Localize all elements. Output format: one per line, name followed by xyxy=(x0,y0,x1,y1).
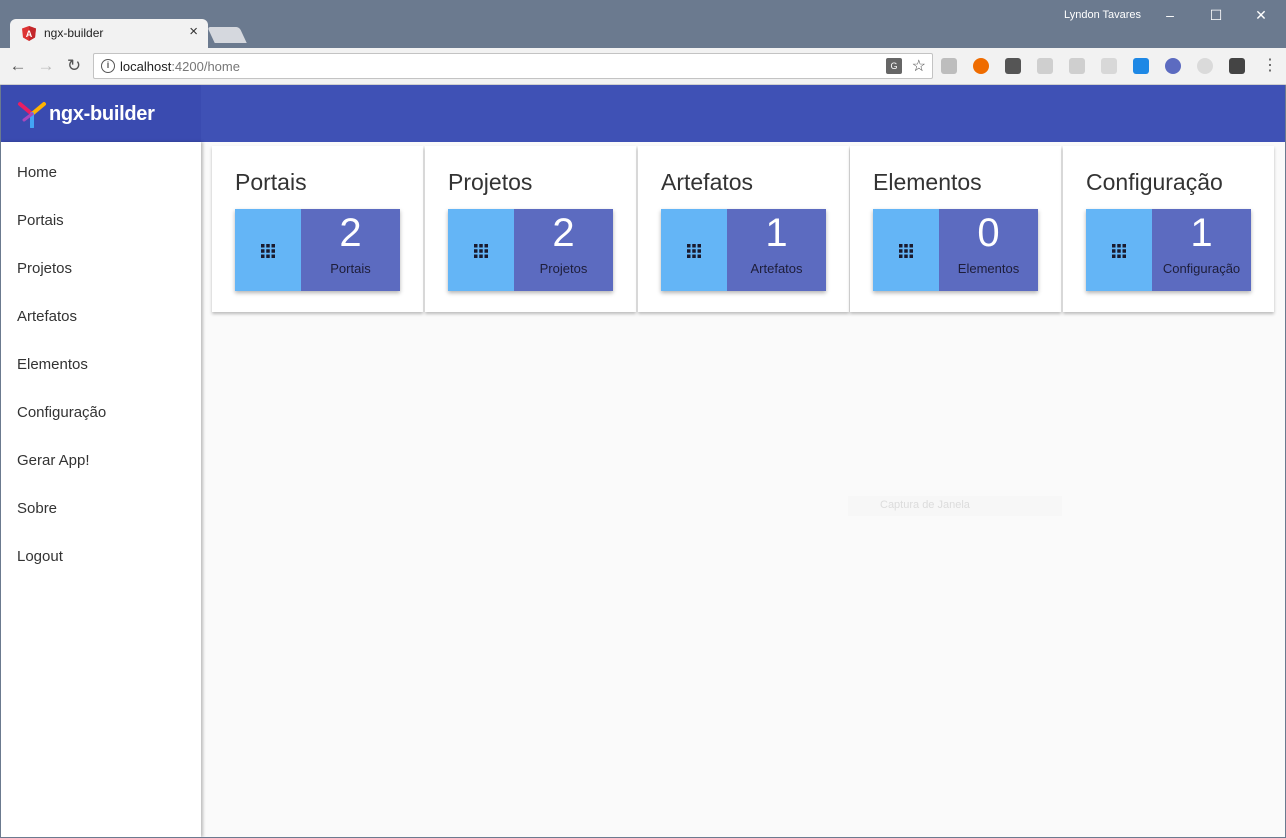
dashboard-card-projetos: Projetos 2 Projetos xyxy=(425,146,636,312)
nav-item-configuracao[interactable]: Configuração xyxy=(17,404,106,421)
tile-stat-area: 1 Configuração xyxy=(1152,209,1251,291)
document-extension-icon[interactable] xyxy=(1101,58,1117,74)
stat-tile-projetos[interactable]: 2 Projetos xyxy=(448,209,613,291)
tile-stat-area: 2 Portais xyxy=(301,209,400,291)
angular-favicon-icon: A xyxy=(22,26,36,41)
nav-item-artefatos[interactable]: Artefatos xyxy=(17,308,77,325)
apps-grid-icon xyxy=(1112,244,1126,258)
apps-grid-icon xyxy=(899,244,913,258)
nav-item-sobre[interactable]: Sobre xyxy=(17,500,57,517)
browser-toolbar: ← → ↻ i localhost:4200/home G ☆ ⋮ xyxy=(0,48,1286,85)
capture-tooltip: Captura de Janela xyxy=(848,496,1062,516)
tile-stat-area: 0 Elementos xyxy=(939,209,1038,291)
forward-arrow-icon[interactable]: → xyxy=(36,56,56,76)
card-title: Artefatos xyxy=(661,169,754,195)
tile-stat-area: 1 Artefatos xyxy=(727,209,826,291)
apps-grid-icon xyxy=(687,244,701,258)
tile-icon-area xyxy=(661,209,727,291)
apps-grid-icon xyxy=(474,244,488,258)
tab-title: ngx-builder xyxy=(44,26,104,40)
stat-label: Configuração xyxy=(1162,261,1241,276)
ngx-builder-logo-icon xyxy=(18,102,46,128)
card-title: Portais xyxy=(235,169,307,195)
tile-icon-area xyxy=(873,209,939,291)
profile-name[interactable]: Lyndon Tavares xyxy=(1064,9,1141,21)
lifebuoy-extension-icon[interactable] xyxy=(973,58,989,74)
new-tab-button[interactable] xyxy=(207,27,247,43)
stat-label: Projetos xyxy=(539,261,588,276)
address-bar[interactable]: i localhost:4200/home G ☆ xyxy=(93,53,933,79)
dashboard-content: Portais 2 Portais Projetos 2 Projetos Ar… xyxy=(203,142,1285,837)
stat-count: 1 xyxy=(1190,211,1213,255)
dashboard-card-portais: Portais 2 Portais xyxy=(212,146,423,312)
site-info-icon[interactable]: i xyxy=(101,59,115,73)
stat-label: Elementos xyxy=(957,261,1020,276)
stat-count: 1 xyxy=(765,211,788,255)
svg-text:A: A xyxy=(26,29,33,39)
dashboard-card-artefatos: Artefatos 1 Artefatos xyxy=(638,146,849,312)
nav-item-gerar-app[interactable]: Gerar App! xyxy=(17,452,90,469)
r-extension-icon[interactable] xyxy=(1165,58,1181,74)
dashboard-card-configuracao: Configuração 1 Configuração xyxy=(1063,146,1274,312)
bookmark-star-icon[interactable]: ☆ xyxy=(912,56,926,76)
stat-tile-portais[interactable]: 2 Portais xyxy=(235,209,400,291)
puzzle-extension-icon[interactable] xyxy=(1037,58,1053,74)
evernote-extension-icon[interactable] xyxy=(1229,58,1245,74)
maximize-button[interactable]: ☐ xyxy=(1201,4,1231,26)
brand-name: ngx-builder xyxy=(49,103,155,125)
stat-tile-artefatos[interactable]: 1 Artefatos xyxy=(661,209,826,291)
circle-extension-icon[interactable] xyxy=(1197,58,1213,74)
browser-tab-active[interactable]: A ngx-builder × xyxy=(10,19,208,48)
tile-icon-area xyxy=(1086,209,1152,291)
translate-icon[interactable]: G xyxy=(886,58,902,74)
reload-icon[interactable]: ↻ xyxy=(64,56,84,76)
camera-extension-icon[interactable] xyxy=(1069,58,1085,74)
card-title: Projetos xyxy=(448,169,533,195)
stat-count: 2 xyxy=(339,211,362,255)
app-root: ngx-builder Home Portais Projetos Artefa… xyxy=(1,85,1285,837)
tile-stat-area: 2 Projetos xyxy=(514,209,613,291)
sidenav: Home Portais Projetos Artefatos Elemento… xyxy=(1,142,201,837)
address-url[interactable]: localhost:4200/home xyxy=(120,59,240,74)
brand[interactable]: ngx-builder xyxy=(1,85,201,142)
card-title: Elementos xyxy=(873,169,982,195)
stat-label: Artefatos xyxy=(750,261,803,276)
tower-extension-icon[interactable] xyxy=(1133,58,1149,74)
nav-item-home[interactable]: Home xyxy=(17,164,57,181)
stat-tile-configuracao[interactable]: 1 Configuração xyxy=(1086,209,1251,291)
back-arrow-icon[interactable]: ← xyxy=(8,56,28,76)
stat-tile-elementos[interactable]: 0 Elementos xyxy=(873,209,1038,291)
browser-menu-icon[interactable]: ⋮ xyxy=(1262,56,1278,76)
close-window-button[interactable]: ✕ xyxy=(1246,4,1276,26)
nav-item-elementos[interactable]: Elementos xyxy=(17,356,88,373)
dashboard-card-elementos: Elementos 0 Elementos xyxy=(850,146,1061,312)
pdf-extension-icon[interactable] xyxy=(941,58,957,74)
nav-item-logout[interactable]: Logout xyxy=(17,548,63,565)
stat-count: 0 xyxy=(977,211,1000,255)
stat-count: 2 xyxy=(552,211,575,255)
nav-item-portais[interactable]: Portais xyxy=(17,212,64,229)
browser-titlebar: A ngx-builder × Lyndon Tavares – ☐ ✕ xyxy=(0,0,1286,48)
tab-close-icon[interactable]: × xyxy=(189,24,198,40)
minimize-button[interactable]: – xyxy=(1155,4,1185,26)
tile-icon-area xyxy=(448,209,514,291)
nav-item-projetos[interactable]: Projetos xyxy=(17,260,72,277)
apps-grid-icon xyxy=(261,244,275,258)
stat-label: Portais xyxy=(330,261,371,276)
tile-icon-area xyxy=(235,209,301,291)
card-title: Configuração xyxy=(1086,169,1223,195)
app-header: ngx-builder xyxy=(1,85,1285,142)
pocket-extension-icon[interactable] xyxy=(1005,58,1021,74)
